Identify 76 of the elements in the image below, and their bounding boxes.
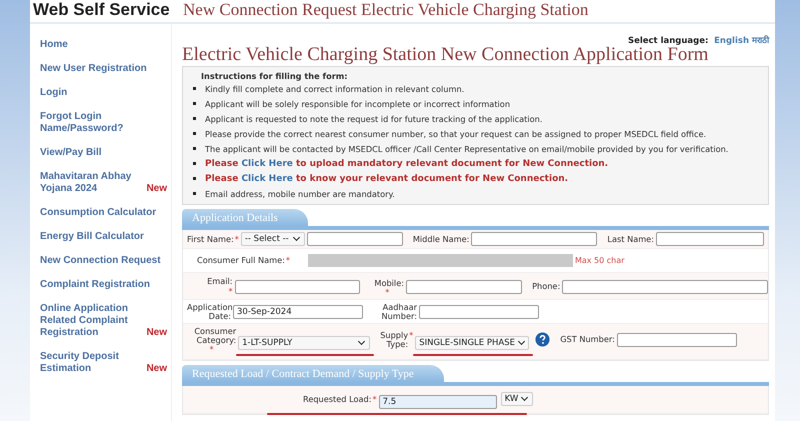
field-label: Mobile: (374, 278, 404, 288)
instruction-text: The applicant will be contacted by MSEDCL officer /Call Center Representative on email/mobile provided by you for verification. (205, 144, 728, 154)
field-note: Max 50 char (574, 256, 624, 265)
title-select[interactable]: -- Select -- (240, 232, 305, 246)
sidebar-link[interactable]: New User Registration (40, 63, 147, 75)
unit-select[interactable]: KW (500, 392, 534, 406)
input-field[interactable]: 7.5 (378, 395, 497, 409)
required-mark: * (228, 287, 233, 296)
dropdown[interactable]: SINGLE-SINGLE PHASE (415, 336, 530, 350)
field-label: Aadhaar Number: (380, 303, 417, 321)
field-label: Requested Load: (303, 394, 372, 404)
instruction-text: Please provide the correct nearest consumer number, so that your request can be assigned to proper MSEDCL field office. (205, 128, 706, 138)
sidebar-link[interactable]: Consumption Calculator (40, 207, 156, 219)
field-label: Last Name: (607, 234, 654, 244)
bullet-icon (193, 132, 196, 135)
bullet-icon (193, 87, 196, 90)
dropdown[interactable]: 1-LT-SUPPLY (238, 336, 370, 350)
input-field[interactable] (562, 280, 768, 294)
new-label: New (146, 327, 167, 339)
bullet-icon (193, 147, 196, 150)
bullet-icon (193, 177, 196, 180)
input-field[interactable] (616, 332, 737, 346)
instruction-text: Email address, mobile number are mandatory. (205, 188, 395, 198)
sidebar-link[interactable]: New Connection Request (40, 255, 161, 267)
page-title: New Connection Request Electric Vehicle Charging Station (183, 0, 588, 20)
sidebar-link[interactable]: Home (40, 39, 68, 51)
required-mark: * (384, 288, 390, 294)
sidebar-link[interactable]: Mahavitaran Abhay Yojana 2024 (40, 171, 138, 195)
click-here-link[interactable]: Click Here (241, 158, 293, 168)
required-mark: * (234, 234, 239, 244)
instruction-text: Applicant will be solely responsible for incomplete or incorrect information (205, 98, 510, 108)
field-label: First Name: (187, 234, 234, 244)
field-label: GST Number: (560, 335, 615, 344)
field-label: Application Date: (187, 303, 231, 321)
field-label: Consumer Category: (193, 327, 236, 345)
field-label: Middle Name: (412, 234, 470, 244)
required-mark: * (286, 256, 290, 265)
help-icon[interactable] (535, 332, 550, 347)
sidebar-link[interactable]: Complaint Registration (40, 279, 150, 291)
site-title: Web Self Service (32, 1, 171, 18)
input-field[interactable] (419, 305, 539, 319)
sidebar-link[interactable]: Security Deposit Estimation (40, 351, 138, 375)
sidebar-link[interactable]: View/Pay Bill (40, 147, 102, 159)
click-here-link[interactable]: Click Here (241, 174, 293, 184)
instructions-heading: Instructions for filling the form: (201, 71, 349, 81)
language-link[interactable]: मराठी (752, 36, 769, 46)
instruction-text: Kindly fill complete and correct information in relevant column. (205, 84, 464, 94)
instruction-text: Please Click Here to know your relevant document for New Connection. (205, 174, 568, 184)
sidebar-link[interactable]: Forgot Login Name/Password? (40, 111, 167, 135)
language-link[interactable]: English (714, 36, 749, 46)
sidebar-link[interactable]: Login (40, 87, 68, 99)
required-mark: * (210, 346, 214, 352)
sidebar-link[interactable]: Energy Bill Calculator (40, 231, 144, 243)
input-field[interactable]: 30-Sep-2024 (233, 305, 363, 319)
bullet-icon (193, 162, 196, 165)
field-label: Email: (207, 277, 233, 286)
field-label: Supply Type: (380, 330, 408, 348)
input-field[interactable] (656, 232, 764, 246)
sidebar-link[interactable]: Online Application Related Complaint Registration (40, 303, 138, 339)
field-label: Consumer Full Name: (197, 256, 285, 265)
bullet-icon (193, 102, 196, 105)
required-mark: * (409, 330, 414, 340)
instruction-text: Applicant is requested to note the request id for future tracking of the application. (205, 114, 542, 124)
required-mark: * (372, 394, 377, 404)
form-title: Electric Vehicle Charging Station New Connection Application Form (182, 45, 710, 65)
language-label: Select language: (628, 36, 708, 46)
bullet-icon (193, 117, 196, 120)
input-field[interactable] (406, 280, 522, 294)
field-label: Phone: (532, 282, 560, 291)
new-label: New (146, 183, 167, 195)
input-field[interactable] (234, 280, 360, 294)
bullet-icon (193, 192, 196, 195)
input-field[interactable] (306, 232, 403, 246)
input-field[interactable] (471, 232, 598, 246)
new-label: New (146, 363, 167, 375)
instruction-text: Please Click Here to upload mandatory relevant document for New Connection. (205, 158, 608, 168)
